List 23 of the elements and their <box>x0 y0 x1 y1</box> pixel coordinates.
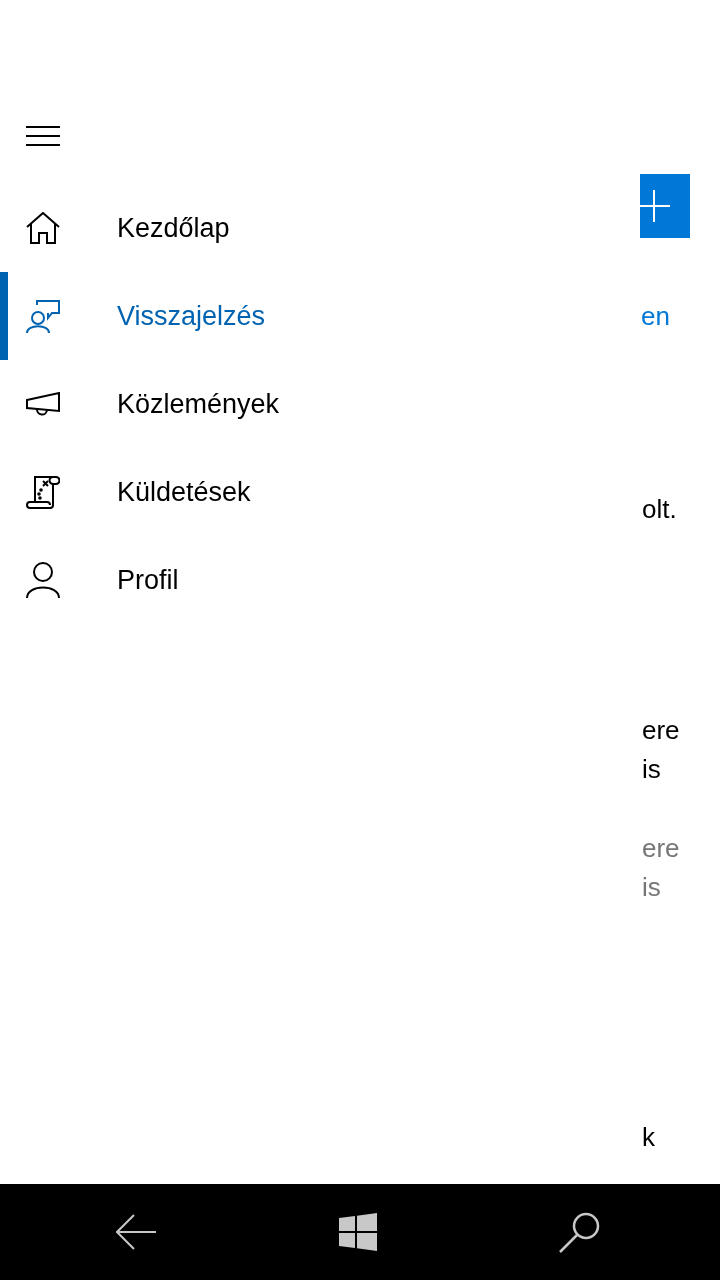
body-text: olt. <box>641 493 678 526</box>
person-speech-bubble-icon <box>26 299 60 333</box>
scroll-map-icon <box>26 475 60 509</box>
body-text: ere <box>641 714 681 747</box>
add-button[interactable] <box>640 174 690 238</box>
nav-item[interactable]: Visszajelzés <box>0 272 640 360</box>
person-icon <box>26 562 60 598</box>
menu-icon <box>26 126 60 146</box>
back-arrow-icon <box>116 1214 156 1250</box>
window-panes-icon <box>339 1213 377 1251</box>
nav-item[interactable]: Közlemények <box>0 360 640 448</box>
link-text[interactable]: en <box>640 296 720 336</box>
nav-item[interactable]: Profil <box>0 536 640 624</box>
megaphone-icon <box>26 392 60 416</box>
body-text: ere <box>641 832 681 865</box>
search-icon <box>559 1211 601 1253</box>
home-icon <box>26 212 60 244</box>
plus-icon <box>640 190 670 222</box>
body-text: k <box>641 1121 656 1154</box>
body-text: is <box>641 871 662 904</box>
nav-item[interactable]: Kezdőlap <box>0 184 640 272</box>
body-text: is <box>641 753 662 786</box>
nav-item[interactable]: Küldetések <box>0 448 640 536</box>
